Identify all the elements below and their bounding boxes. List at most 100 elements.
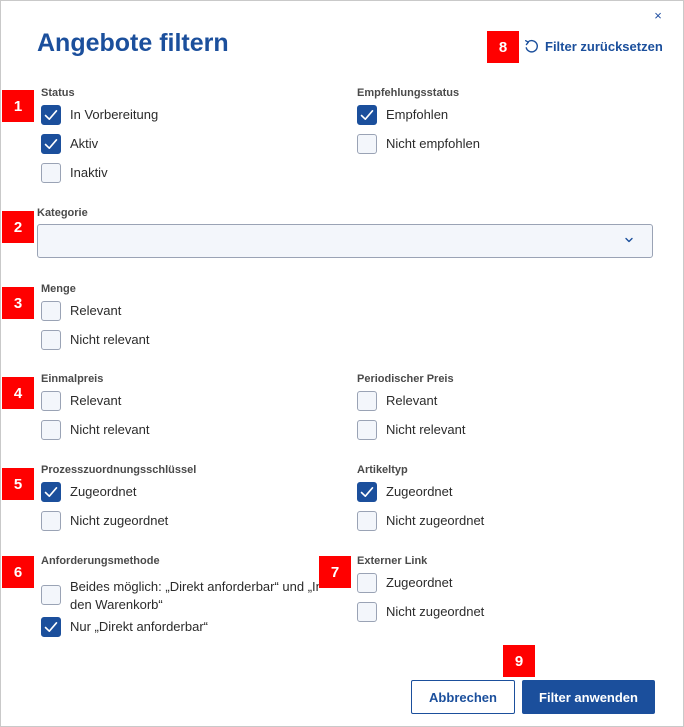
checkbox[interactable] <box>41 301 61 321</box>
annotation-badge-7: 7 <box>319 556 351 588</box>
annotation-badge-8: 8 <box>487 31 519 63</box>
reset-filters-button[interactable]: Filter zurücksetzen <box>524 37 663 55</box>
option-label-line-2: den Warenkorb“ <box>70 596 163 612</box>
prozesszuordnungsschluessel-group: Prozesszuordnungsschlüssel Zugeordnet Ni… <box>41 463 196 540</box>
artikeltyp-group: Artikeltyp Zugeordnet Nicht zugeordnet <box>357 463 484 540</box>
einmalpreis-option-nicht-relevant[interactable]: Nicht relevant <box>41 420 149 449</box>
annotation-badge-9: 9 <box>503 645 535 677</box>
option-label: Relevant <box>70 303 122 318</box>
status-option-aktiv[interactable]: Aktiv <box>41 134 158 163</box>
apply-filter-button[interactable]: Filter anwenden <box>522 680 655 714</box>
empfehlungsstatus-option-nicht-empfohlen[interactable]: Nicht empfohlen <box>357 134 480 163</box>
kategorie-select[interactable] <box>37 224 653 258</box>
reset-filters-label: Filter zurücksetzen <box>545 38 663 54</box>
option-label: Nicht zugeordnet <box>386 513 485 528</box>
option-label: Nicht relevant <box>70 422 150 437</box>
check-icon <box>360 110 374 120</box>
artikeltyp-option-nicht-zugeordnet[interactable]: Nicht zugeordnet <box>357 511 484 540</box>
externer-link-label: Externer Link <box>357 555 428 567</box>
periodischer-preis-option-nicht-relevant[interactable]: Nicht relevant <box>357 420 465 449</box>
chevron-down-icon <box>625 237 633 243</box>
checkbox[interactable] <box>41 391 61 411</box>
option-label: Inaktiv <box>70 165 108 180</box>
anforderung-option-beides[interactable]: Beides möglich: „Direkt anforderbar“ und… <box>41 573 331 617</box>
prozess-option-zugeordnet[interactable]: Zugeordnet <box>41 482 196 511</box>
check-icon <box>44 622 58 632</box>
periodischer-preis-label: Periodischer Preis <box>357 373 454 385</box>
menge-option-nicht-relevant[interactable]: Nicht relevant <box>41 330 149 359</box>
empfehlungsstatus-option-empfohlen[interactable]: Empfohlen <box>357 105 480 134</box>
periodischer-preis-group: Periodischer Preis Relevant Nicht releva… <box>357 372 465 449</box>
status-label: Status <box>41 87 75 99</box>
annotation-badge-4: 4 <box>2 377 34 409</box>
dialog-title: Angebote filtern <box>37 29 229 57</box>
option-label: Nicht zugeordnet <box>70 513 169 528</box>
artikeltyp-label: Artikeltyp <box>357 464 408 476</box>
check-icon <box>44 139 58 149</box>
option-label: Aktiv <box>70 136 99 151</box>
cancel-button[interactable]: Abbrechen <box>411 680 515 714</box>
prozess-option-nicht-zugeordnet[interactable]: Nicht zugeordnet <box>41 511 196 540</box>
status-group: Status In Vorbereitung Aktiv Inaktiv <box>41 86 158 192</box>
anforderungsmethode-group: Anforderungsmethode Beides möglich: „Dir… <box>41 554 331 646</box>
check-icon <box>44 487 58 497</box>
checkbox[interactable] <box>357 573 377 593</box>
checkbox[interactable] <box>357 420 377 440</box>
menge-label: Menge <box>41 283 76 295</box>
menge-option-relevant[interactable]: Relevant <box>41 301 149 330</box>
check-icon <box>44 110 58 120</box>
externer-link-option-nicht-zugeordnet[interactable]: Nicht zugeordnet <box>357 602 484 631</box>
option-label: Zugeordnet <box>70 484 137 499</box>
checkbox[interactable] <box>357 482 377 502</box>
kategorie-label: Kategorie <box>37 207 88 219</box>
check-icon <box>360 487 374 497</box>
einmalpreis-option-relevant[interactable]: Relevant <box>41 391 149 420</box>
option-label: Nicht relevant <box>70 332 150 347</box>
status-option-in-vorbereitung[interactable]: In Vorbereitung <box>41 105 158 134</box>
option-label: In Vorbereitung <box>70 107 159 122</box>
option-label: Nicht relevant <box>386 422 466 437</box>
checkbox[interactable] <box>357 511 377 531</box>
annotation-badge-6: 6 <box>2 556 34 588</box>
close-icon[interactable]: × <box>651 9 665 23</box>
checkbox[interactable] <box>41 585 61 605</box>
option-label: Zugeordnet <box>386 484 453 499</box>
checkbox[interactable] <box>357 391 377 411</box>
artikeltyp-option-zugeordnet[interactable]: Zugeordnet <box>357 482 484 511</box>
checkbox[interactable] <box>357 602 377 622</box>
option-label-line-1: Beides möglich: „Direkt anforderbar“ und… <box>70 578 320 594</box>
annotation-badge-5: 5 <box>2 468 34 500</box>
option-label: Nicht empfohlen <box>386 136 480 151</box>
einmalpreis-group: Einmalpreis Relevant Nicht relevant <box>41 372 149 449</box>
undo-icon <box>524 39 538 53</box>
checkbox[interactable] <box>41 420 61 440</box>
empfehlungsstatus-label: Empfehlungsstatus <box>357 87 460 99</box>
checkbox[interactable] <box>357 105 377 125</box>
option-label: Empfohlen <box>386 107 449 122</box>
checkbox[interactable] <box>357 134 377 154</box>
option-label: Zugeordnet <box>386 575 453 590</box>
status-option-inaktiv[interactable]: Inaktiv <box>41 163 158 192</box>
annotation-badge-3: 3 <box>2 287 34 319</box>
option-label: Relevant <box>386 393 438 408</box>
checkbox[interactable] <box>41 482 61 502</box>
checkbox[interactable] <box>41 617 61 637</box>
checkbox[interactable] <box>41 511 61 531</box>
checkbox[interactable] <box>41 330 61 350</box>
checkbox[interactable] <box>41 105 61 125</box>
checkbox[interactable] <box>41 163 61 183</box>
option-label: Relevant <box>70 393 122 408</box>
anforderung-option-nur-direkt[interactable]: Nur „Direkt anforderbar“ <box>41 617 331 646</box>
externer-link-option-zugeordnet[interactable]: Zugeordnet <box>357 573 484 602</box>
anforderungsmethode-label: Anforderungsmethode <box>41 555 160 567</box>
filter-dialog: × Angebote filtern 8 Filter zurücksetzen… <box>0 0 684 727</box>
checkbox[interactable] <box>41 134 61 154</box>
externer-link-group: Externer Link Zugeordnet Nicht zugeordne… <box>357 554 484 631</box>
option-label: Nur „Direkt anforderbar“ <box>70 619 208 634</box>
annotation-badge-1: 1 <box>2 90 34 122</box>
option-label: Nicht zugeordnet <box>386 604 485 619</box>
periodischer-preis-option-relevant[interactable]: Relevant <box>357 391 465 420</box>
menge-group: Menge Relevant Nicht relevant <box>41 282 149 359</box>
option-label: Beides möglich: „Direkt anforderbar“ und… <box>70 577 320 614</box>
einmalpreis-label: Einmalpreis <box>41 373 104 385</box>
